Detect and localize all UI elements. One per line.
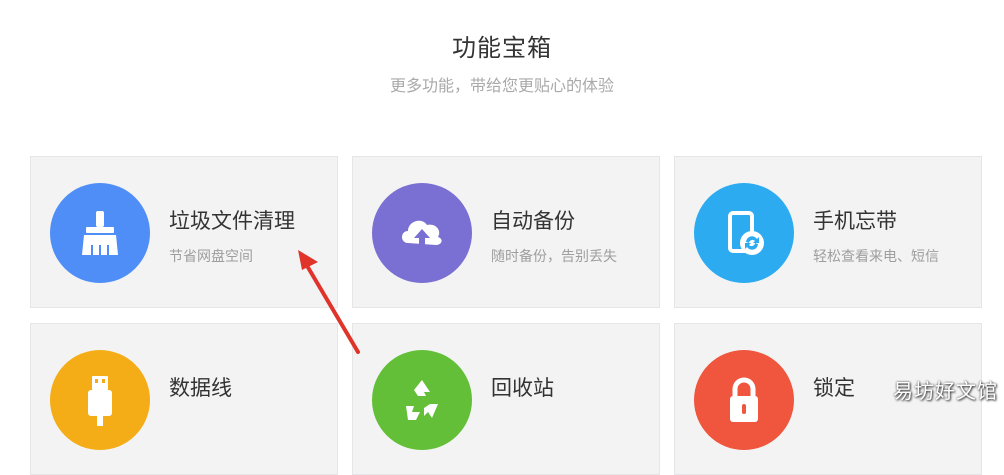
feature-card-title: 数据线 — [169, 376, 232, 400]
feature-card-junk-cleanup[interactable]: 垃圾文件清理 节省网盘空间 — [30, 156, 338, 308]
cloud-upload-icon — [372, 183, 472, 283]
page-title: 功能宝箱 — [452, 34, 552, 62]
feature-card-title: 锁定 — [813, 376, 855, 400]
page-subtitle: 更多功能，带给您更贴心的体验 — [389, 76, 614, 95]
feature-card-title: 回收站 — [491, 376, 554, 400]
feature-card-title: 垃圾文件清理 — [169, 209, 295, 233]
feature-card-forgot-phone[interactable]: 手机忘带 轻松查看来电、短信 — [674, 156, 982, 308]
feature-card-recycle-bin[interactable]: 回收站 — [352, 323, 660, 475]
feature-card-data-cable[interactable]: 数据线 — [30, 323, 338, 475]
feature-card-title: 手机忘带 — [813, 209, 897, 233]
recycle-icon — [372, 350, 472, 450]
feature-card-desc: 节省网盘空间 — [169, 249, 253, 265]
broom-icon — [50, 183, 150, 283]
feature-card-title: 自动备份 — [491, 209, 575, 233]
feature-card-desc: 随时备份，告别丢失 — [491, 249, 617, 265]
usb-cable-icon — [50, 350, 150, 450]
phone-sync-icon — [694, 183, 794, 283]
watermark: 易坊好文馆 — [893, 379, 998, 403]
lock-icon — [694, 350, 794, 450]
feature-box-header: 功能宝箱 更多功能，带给您更贴心的体验 — [0, 30, 1004, 98]
feature-card-auto-backup[interactable]: 自动备份 随时备份，告别丢失 — [352, 156, 660, 308]
feature-card-desc: 轻松查看来电、短信 — [813, 249, 939, 265]
